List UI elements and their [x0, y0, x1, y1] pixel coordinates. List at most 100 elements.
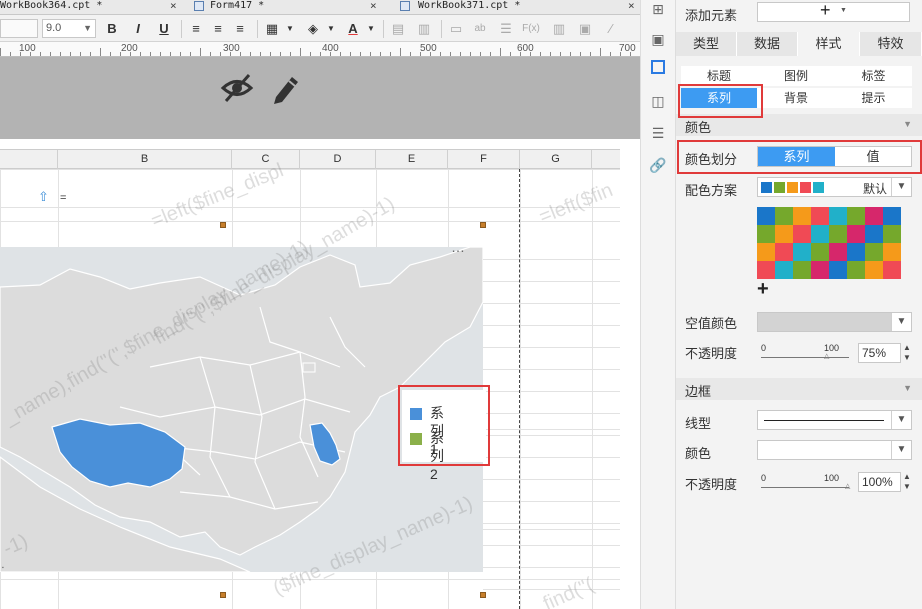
cell-attribute-icon[interactable]: ⊞ — [649, 0, 667, 18]
palette-swatch[interactable] — [775, 225, 793, 243]
chevron-down-icon[interactable]: ▼ — [362, 20, 380, 38]
empty-color-select[interactable]: ▼ — [757, 312, 912, 332]
palette-swatch[interactable] — [847, 261, 865, 279]
color-palette-grid[interactable] — [757, 207, 901, 279]
text-icon[interactable]: ab — [471, 20, 489, 38]
subtab-tooltip[interactable]: 提示 — [835, 88, 912, 108]
tab-effects[interactable]: 特效 — [860, 32, 922, 56]
align-center-icon[interactable]: ≡ — [209, 20, 227, 38]
fill-color-icon[interactable]: ◈ — [304, 20, 322, 38]
font-name-field[interactable] — [0, 19, 38, 38]
pencil-icon[interactable] — [270, 71, 302, 105]
stepper-down-icon[interactable]: ▼ — [901, 482, 913, 492]
column-header-b[interactable]: B — [58, 150, 232, 169]
subtab-background[interactable]: 背景 — [757, 88, 835, 108]
palette-swatch[interactable] — [829, 225, 847, 243]
link-icon[interactable]: 🔗 — [649, 156, 667, 174]
column-header-f[interactable]: F — [448, 150, 520, 169]
image-icon[interactable]: ▣ — [576, 20, 594, 38]
palette-swatch[interactable] — [829, 207, 847, 225]
opacity-input[interactable]: 75% — [858, 343, 901, 363]
palette-swatch[interactable] — [865, 225, 883, 243]
tab-workbook371[interactable]: WorkBook371.cpt * × — [398, 0, 640, 15]
condition-icon[interactable]: ▣ — [649, 30, 667, 48]
palette-swatch[interactable] — [865, 261, 883, 279]
close-icon[interactable]: × — [170, 0, 177, 12]
palette-swatch[interactable] — [811, 243, 829, 261]
rich-text-icon[interactable]: ☰ — [497, 20, 515, 38]
palette-swatch[interactable] — [883, 225, 901, 243]
palette-swatch[interactable] — [757, 207, 775, 225]
close-icon[interactable]: × — [628, 0, 635, 12]
palette-swatch[interactable] — [757, 243, 775, 261]
tab-form417[interactable]: Form417 * × — [190, 0, 380, 15]
merge-cells-icon[interactable]: ▤ — [389, 20, 407, 38]
column-header-a[interactable] — [0, 150, 58, 169]
palette-swatch[interactable] — [775, 243, 793, 261]
palette-swatch[interactable] — [883, 261, 901, 279]
palette-swatch[interactable] — [793, 243, 811, 261]
underline-button[interactable]: U — [155, 20, 173, 38]
palette-swatch[interactable] — [847, 207, 865, 225]
resize-handle[interactable] — [480, 592, 486, 598]
palette-swatch[interactable] — [793, 225, 811, 243]
border-section-header[interactable]: 边框 ▼ — [676, 378, 922, 400]
font-color-button[interactable]: A — [344, 20, 362, 38]
stepper-up-icon[interactable]: ▲ — [901, 343, 913, 353]
palette-swatch[interactable] — [757, 225, 775, 243]
stepper-up-icon[interactable]: ▲ — [901, 472, 913, 482]
add-element-button[interactable]: + ▼ — [757, 0, 910, 22]
palette-swatch[interactable] — [793, 261, 811, 279]
upload-arrow-icon[interactable]: ⇧ — [38, 190, 50, 204]
slider-thumb[interactable]: △ — [845, 483, 852, 490]
palette-swatch[interactable] — [847, 243, 865, 261]
bold-button[interactable]: B — [103, 20, 121, 38]
palette-swatch[interactable] — [811, 225, 829, 243]
palette-swatch[interactable] — [811, 261, 829, 279]
palette-swatch[interactable] — [829, 243, 847, 261]
palette-swatch[interactable] — [811, 207, 829, 225]
close-icon[interactable]: × — [370, 0, 377, 12]
palette-swatch[interactable] — [847, 225, 865, 243]
widget-icon[interactable]: ◫ — [649, 92, 667, 110]
palette-swatch[interactable] — [865, 243, 883, 261]
palette-swatch[interactable] — [793, 207, 811, 225]
tab-workbook364[interactable]: WorkBook364.cpt * × — [0, 0, 180, 15]
palette-swatch[interactable] — [775, 261, 793, 279]
insert-bar-icon[interactable]: ▭ — [447, 20, 465, 38]
border-opacity-input[interactable]: 100% — [858, 472, 901, 492]
border-icon[interactable]: ▦ — [263, 20, 281, 38]
slider-thumb[interactable]: △ — [824, 353, 831, 360]
palette-swatch[interactable] — [829, 261, 847, 279]
layout-icon[interactable]: ☰ — [649, 124, 667, 142]
column-header-d[interactable]: D — [300, 150, 376, 169]
palette-swatch[interactable] — [757, 261, 775, 279]
border-opacity-slider[interactable]: 0 100 △ — [758, 470, 854, 494]
chart-attribute-icon[interactable] — [651, 60, 665, 74]
formula-icon[interactable]: F(x) — [522, 20, 540, 38]
palette-swatch[interactable] — [883, 207, 901, 225]
stepper-down-icon[interactable]: ▼ — [901, 353, 913, 363]
subtab-title[interactable]: 标题 — [681, 66, 757, 86]
column-header-e[interactable]: E — [376, 150, 448, 169]
chevron-down-icon[interactable]: ▼ — [322, 20, 340, 38]
resize-handle[interactable] — [480, 222, 486, 228]
resize-handle[interactable] — [220, 222, 226, 228]
color-scheme-select[interactable]: 默认 ▼ — [757, 177, 912, 197]
italic-button[interactable]: I — [129, 20, 147, 38]
tab-style[interactable]: 样式 — [798, 32, 860, 56]
palette-swatch[interactable] — [775, 207, 793, 225]
tab-type[interactable]: 类型 — [676, 32, 737, 56]
tab-data[interactable]: 数据 — [737, 32, 798, 56]
border-color-select[interactable]: ▼ — [757, 440, 912, 460]
align-left-icon[interactable]: ≡ — [187, 20, 205, 38]
column-header-g[interactable]: G — [520, 150, 592, 169]
chevron-down-icon[interactable]: ▼ — [281, 20, 299, 38]
subtab-label[interactable]: 标签 — [835, 66, 912, 86]
opacity-slider[interactable]: 0 100 △ — [758, 340, 854, 364]
chart-icon[interactable]: ▥ — [550, 20, 568, 38]
slash-icon[interactable]: ⁄ — [602, 20, 620, 38]
subtab-legend[interactable]: 图例 — [757, 66, 835, 86]
add-color-button[interactable]: + — [757, 278, 769, 300]
line-type-select[interactable]: ▼ — [757, 410, 912, 430]
